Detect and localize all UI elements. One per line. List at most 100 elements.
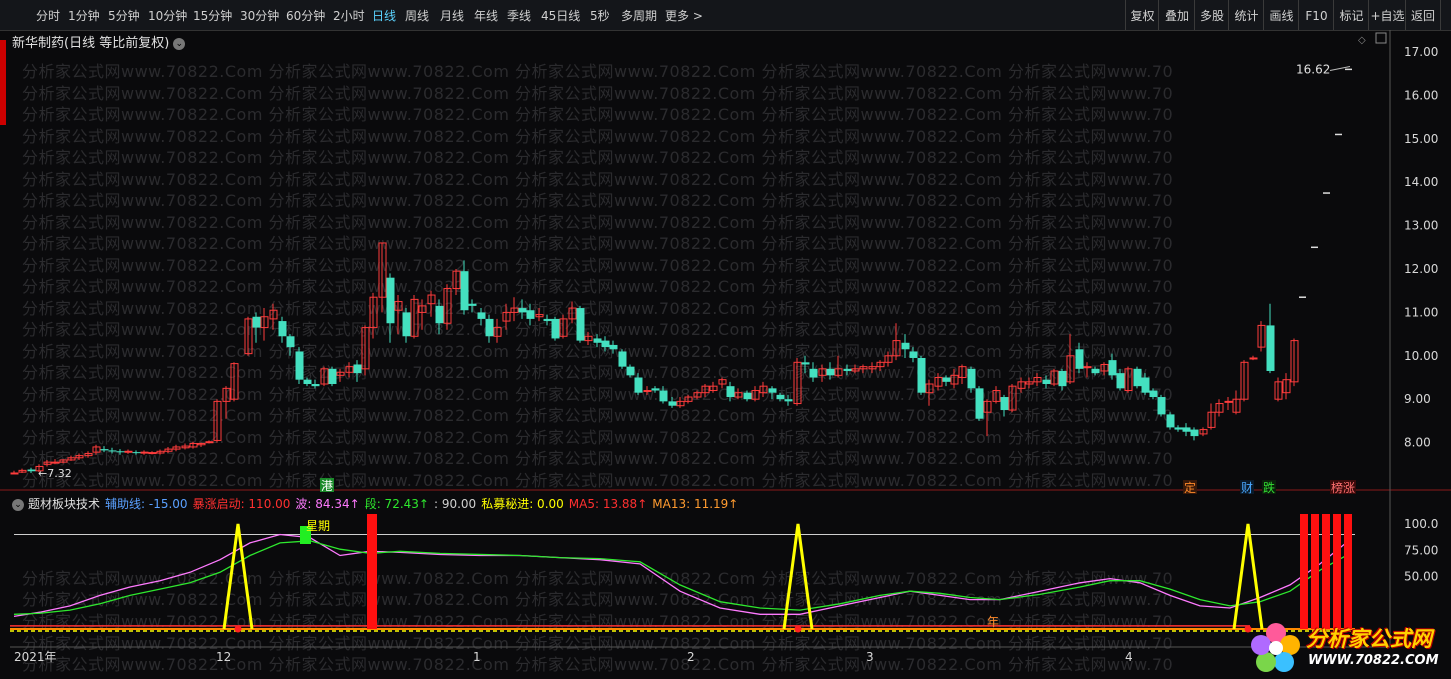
candle-body (1190, 429, 1199, 437)
price-tick: 9.00 (1404, 392, 1431, 406)
candle-body (651, 388, 660, 391)
indicator-value-2: 波: 84.34↑ (295, 497, 360, 511)
candle-body (543, 318, 552, 322)
tag-die: 跌 (1263, 480, 1275, 495)
candle-body (967, 368, 976, 389)
chevron-down-icon[interactable]: ⌄ (12, 498, 24, 511)
candle-body (1224, 400, 1233, 403)
surge-bar (1322, 514, 1330, 629)
indicator-value-7: MA13: 11.19↑ (652, 497, 739, 511)
candle-body (205, 441, 214, 444)
indicator-value-6: MA5: 13.88↑ (568, 497, 648, 511)
date-tick: 1 (473, 650, 481, 664)
tag-bang: 榜涨 (1331, 480, 1355, 495)
segment-line (13, 540, 1351, 615)
candle-body (278, 321, 287, 337)
candle-body (27, 469, 36, 472)
spike-dot (794, 625, 802, 633)
indicator-values: 辅助线: -15.00 暴涨启动: 110.00 波: 84.34↑ 段: 72.43… (105, 497, 743, 511)
surge-bar (1344, 514, 1352, 629)
chart-canvas[interactable]: ◇ 17.00 16.00 15.00 14.00 13.00 12.00 11.00 10.0… (0, 0, 1451, 679)
price-tick: 12.00 (1404, 262, 1438, 276)
ind-tick: 75.00 (1404, 543, 1438, 557)
surge-bar (367, 514, 377, 629)
surge-bar (1311, 514, 1319, 629)
candle-body (1091, 368, 1100, 374)
candle-body (551, 318, 560, 339)
left-red-marker (0, 40, 6, 125)
surge-bar (1333, 514, 1341, 629)
candle-body (148, 452, 157, 455)
date-tick: 3 (866, 650, 874, 664)
candle-body (1042, 379, 1051, 385)
candle-body (826, 368, 835, 376)
candle-body (1133, 368, 1142, 387)
candle-body (132, 452, 141, 454)
candle-body (643, 390, 652, 393)
indicator-value-0: 辅助线: -15.00 (105, 497, 188, 511)
candle-body (1182, 427, 1191, 432)
candle-body (402, 312, 411, 337)
price-tick: 8.00 (1404, 436, 1431, 450)
diamond-icon: ◇ (1358, 35, 1366, 46)
ind-tick: 50.00 (1404, 570, 1438, 584)
indicator-value-1: 暴涨启动: 110.00 (192, 497, 291, 511)
candle-body (518, 308, 527, 313)
candle-body (435, 305, 444, 324)
price-tick: 16.00 (1404, 88, 1438, 102)
candle-body (286, 336, 295, 348)
candle-body (295, 351, 304, 380)
candle-body (1000, 397, 1009, 411)
candle-body (1157, 397, 1166, 415)
candle-body (108, 450, 117, 452)
spike-dot (234, 625, 242, 633)
candle-body (526, 310, 535, 319)
candle-body (776, 394, 785, 400)
candle-body (1108, 360, 1117, 376)
price-tick: 13.00 (1404, 219, 1438, 233)
candle-body (626, 366, 635, 376)
candle-body (726, 386, 735, 398)
candle-body (100, 449, 109, 451)
candle-body (634, 377, 643, 393)
candle-body (51, 461, 60, 464)
candle-body (1141, 377, 1150, 393)
tag-ding: 定 (1184, 480, 1196, 495)
candle-body (485, 318, 494, 337)
candle-body (460, 271, 469, 311)
tag-nian: 年 (987, 615, 999, 629)
brand-logo: 分析家公式网 WWW.70822.COM (1246, 617, 1446, 677)
price-tick: 10.00 (1404, 349, 1438, 363)
indicator-value-4: : 90.00 (433, 497, 477, 511)
price-tick: 11.00 (1404, 305, 1438, 319)
candle-body (252, 316, 261, 328)
panel-toggle-icon (1375, 32, 1387, 44)
flower-logo-icon (1251, 623, 1300, 672)
indicator-title: ⌄ 题材板块技术 辅助线: -15.00 暴涨启动: 110.00 波: 84.34↑ 段… (12, 495, 748, 512)
candle-body (659, 390, 668, 402)
candle-body (1249, 357, 1258, 360)
logo-line1: 分析家公式网 (1306, 627, 1432, 651)
candle-body (901, 342, 910, 350)
candle-body (801, 362, 810, 365)
candle-body (942, 377, 951, 382)
logo-line2: WWW.70822.COM (1308, 653, 1439, 668)
candle-body (1174, 427, 1183, 430)
candle-body (10, 472, 19, 475)
candle-body (328, 368, 337, 385)
candle-body (618, 351, 627, 367)
candle-body (1166, 414, 1175, 428)
candle-body (1058, 370, 1067, 387)
candle-body (843, 368, 852, 371)
candle-body (609, 344, 618, 350)
price-tick: 17.00 (1404, 45, 1438, 59)
candle-body (909, 351, 918, 358)
candle-body (809, 368, 818, 378)
surge-bar (1300, 514, 1308, 629)
indicator-value-5: 私募秘进: 0.00 (481, 497, 564, 511)
date-tick: 4 (1125, 650, 1133, 664)
indicator-name: 题材板块技术 (28, 497, 101, 511)
ind-tick: 100.0 (1404, 517, 1438, 531)
date-tick: 2 (687, 650, 695, 664)
price-tick: 14.00 (1404, 175, 1438, 189)
